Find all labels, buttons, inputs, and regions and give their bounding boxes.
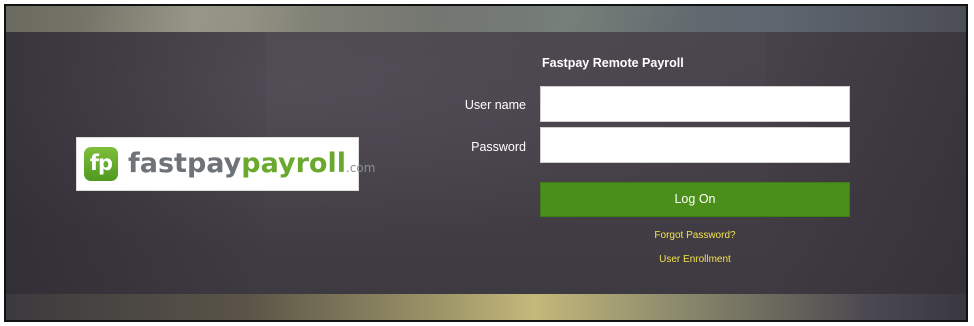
log-on-button[interactable]: Log On [540, 182, 850, 217]
password-input[interactable] [540, 127, 850, 163]
username-label: User name [464, 98, 526, 112]
username-input[interactable] [540, 86, 850, 122]
fastpay-logo: fp fastpaypayroll.com [76, 137, 375, 191]
user-enrollment-link[interactable]: User Enrollment [540, 254, 850, 265]
password-label: Password [471, 140, 526, 154]
logo-wordmark-payroll: payroll [241, 148, 346, 179]
light-streak [436, 6, 696, 32]
light-streak [86, 6, 306, 32]
fp-logo-icon: fp [84, 147, 118, 181]
app-title: Fastpay Remote Payroll [542, 56, 684, 70]
top-decorative-band [6, 6, 966, 32]
logo-wordmark-com: .com [345, 161, 376, 175]
logo-wordmark-fastpay: fastpay [128, 148, 242, 179]
forgot-password-link[interactable]: Forgot Password? [540, 230, 850, 241]
bottom-decorative-band [6, 294, 966, 320]
logo-wordmark: fastpaypayroll.com [128, 147, 375, 185]
login-window: fp fastpaypayroll.com Fastpay Remote Pay… [4, 4, 968, 322]
